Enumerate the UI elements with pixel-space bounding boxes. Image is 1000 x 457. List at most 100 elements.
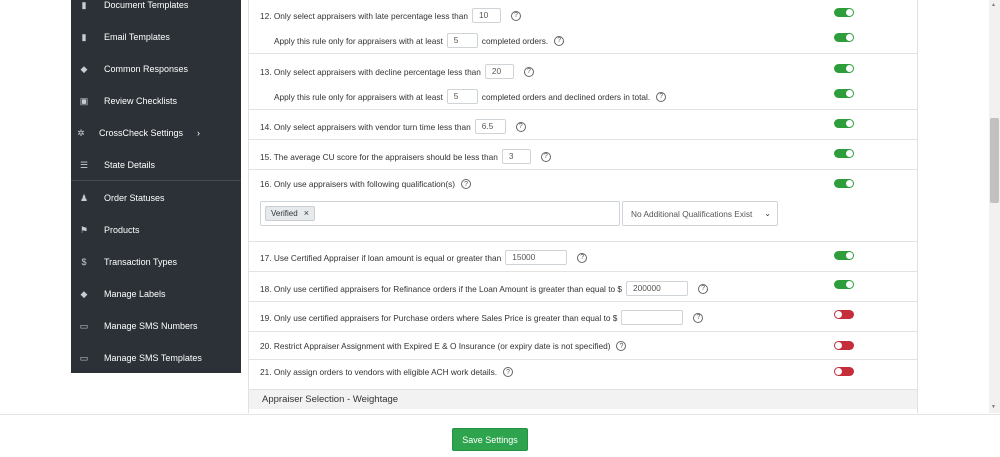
remove-tag-icon[interactable]: × [304,207,309,220]
document-icon: ▮ [81,0,87,10]
sidebar-item-label: Common Responses [104,64,189,74]
sidebar-item-email-templates[interactable]: ▮ Email Templates [71,21,241,53]
sidebar-divider [71,180,241,181]
help-icon[interactable]: ? [461,179,472,189]
rule-18-label: 18. Only use certified appraisers for Re… [260,283,623,294]
list-icon: ☰ [79,159,89,170]
sidebar-item-order-statuses[interactable]: ♟ Order Statuses [71,182,241,214]
help-icon[interactable]: ? [554,35,565,46]
chevron-right-icon: › [197,128,201,138]
qualification-select[interactable]: No Additional Qualifications Exist ⌄ [622,201,778,226]
rule-14-label: 14. Only select appraisers with vendor t… [260,121,471,132]
rule-21-row: 21. Only assign orders to vendors with e… [249,360,917,389]
sidebar-item-label: Transaction Types [104,257,178,267]
sidebar-item-review-checklists[interactable]: ▣ Review Checklists [71,85,241,117]
rule-14-input[interactable]: 6.5 [474,119,506,134]
rule-20-label: 20. Restrict Appraiser Assignment with E… [260,341,611,351]
rule-20-toggle[interactable] [834,341,854,350]
rule-13-min-orders-toggle[interactable] [834,89,854,98]
rule-15-toggle[interactable] [834,149,854,158]
sidebar-item-label: Review Checklists [104,96,178,106]
scroll-up-icon[interactable]: ▲ [991,2,996,8]
rule-16-toggle[interactable] [834,179,854,188]
tag-icon: ◆ [80,288,88,299]
help-icon[interactable]: ? [523,66,534,77]
help-icon[interactable]: ? [540,151,551,162]
sidebar-item-manage-sms-numbers[interactable]: ▭ Manage SMS Numbers [71,310,241,342]
scroll-thumb[interactable] [990,118,999,203]
sidebar-item-label: Manage SMS Templates [104,353,202,363]
sidebar-item-label: Order Statuses [104,193,165,203]
rule-17-label: 17. Use Certified Appraiser if loan amou… [260,252,502,263]
help-icon[interactable]: ? [577,252,588,263]
rule-12-input[interactable]: 10 [472,8,501,23]
sidebar-item-document-templates[interactable]: ▮ Document Templates [71,0,241,21]
sidebar-item-manage-labels[interactable]: ◆ Manage Labels [71,278,241,310]
sidebar-item-common-responses[interactable]: ◆ Common Responses [71,53,241,85]
scroll-down-icon[interactable]: ▼ [991,404,996,410]
rule-13-min-orders-label: Apply this rule only for appraisers with… [274,91,443,102]
user-status-icon: ♟ [79,192,89,203]
help-icon[interactable]: ? [693,312,704,323]
rule-13-min-orders-input[interactable]: 5 [446,89,478,104]
rule-19-toggle[interactable] [834,310,854,319]
sidebar-item-label: Document Templates [104,0,189,10]
money-icon: $ [81,257,87,267]
sidebar-item-label: Manage SMS Numbers [104,321,198,331]
sms-icon: ▭ [79,320,89,331]
sidebar-item-crosscheck-settings[interactable]: ✲ CrossCheck Settings › [71,117,241,149]
rule-18-input[interactable]: 200000 [626,281,689,296]
rule-14-toggle[interactable] [834,119,854,128]
sidebar-item-state-details[interactable]: ☰ State Details [71,149,241,181]
save-settings-button[interactable]: Save Settings [452,428,528,451]
rule-12-min-orders-input[interactable]: 5 [446,33,478,48]
help-icon[interactable]: ? [656,91,667,102]
help-icon[interactable]: ? [511,10,521,21]
rule-12-toggle[interactable] [834,8,854,17]
sidebar-item-label: Products [104,225,140,235]
page-scrollbar[interactable]: ▲ ▼ [989,0,1000,413]
sms-icon: ▭ [79,352,89,363]
sidebar: ▮ Document Templates ▮ Email Templates ◆… [71,0,241,373]
help-icon[interactable]: ? [515,121,526,132]
rules-panel: 12. Only select appraisers with late per… [248,0,918,413]
document-icon: ▮ [81,31,87,42]
section-header-weightage: Appraiser Selection - Weightage [249,389,917,409]
rule-12-label: 12. Only select appraisers with late per… [260,10,468,21]
rule-12-min-orders-label: Apply this rule only for appraisers with… [274,35,443,46]
sidebar-item-label: CrossCheck Settings [99,128,184,138]
rule-18-row: 18. Only use certified appraisers for Re… [249,272,917,302]
settings-page: ▮ Document Templates ▮ Email Templates ◆… [0,0,1000,457]
qualification-tag-input[interactable]: Verified × [260,201,620,226]
rule-15-label: 15. The average CU score for the apprais… [260,151,498,162]
rule-13-input[interactable]: 20 [484,64,514,79]
help-icon[interactable]: ? [616,341,627,351]
rule-17-toggle[interactable] [834,251,854,260]
gear-icon: ✲ [77,127,85,138]
rule-13-label: 13. Only select appraisers with decline … [260,66,481,77]
rule-12-min-orders-toggle[interactable] [834,33,854,42]
tag-icon: ◆ [80,63,88,74]
qualification-select-value: No Additional Qualifications Exist [631,208,753,219]
qualification-tag-label: Verified [271,209,298,218]
rule-13-toggle[interactable] [834,64,854,73]
rule-15-input[interactable]: 3 [501,149,531,164]
chevron-down-icon: ⌄ [764,209,771,218]
sidebar-item-products[interactable]: ⚑ Products [71,214,241,246]
clipboard-icon: ▣ [79,95,89,106]
help-icon[interactable]: ? [698,283,709,294]
rule-13-min-orders-suffix: completed orders and declined orders in … [481,91,651,102]
rule-18-toggle[interactable] [834,280,854,289]
rule-20-row: 20. Restrict Appraiser Assignment with E… [249,332,917,360]
rule-19-label: 19. Only use certified appraisers for Pu… [260,312,618,323]
sidebar-item-transaction-types[interactable]: $ Transaction Types [71,246,241,278]
help-icon[interactable]: ? [503,367,514,377]
sidebar-item-label: Manage Labels [104,289,166,299]
rule-12-min-orders-suffix: completed orders. [481,35,549,46]
footer-bar: Save Settings [0,414,1000,457]
rule-19-input[interactable] [621,310,684,325]
rule-21-toggle[interactable] [834,367,854,376]
flag-icon: ⚑ [79,224,89,235]
sidebar-item-manage-sms-templates[interactable]: ▭ Manage SMS Templates [71,342,241,374]
rule-17-input[interactable]: 15000 [505,250,568,265]
